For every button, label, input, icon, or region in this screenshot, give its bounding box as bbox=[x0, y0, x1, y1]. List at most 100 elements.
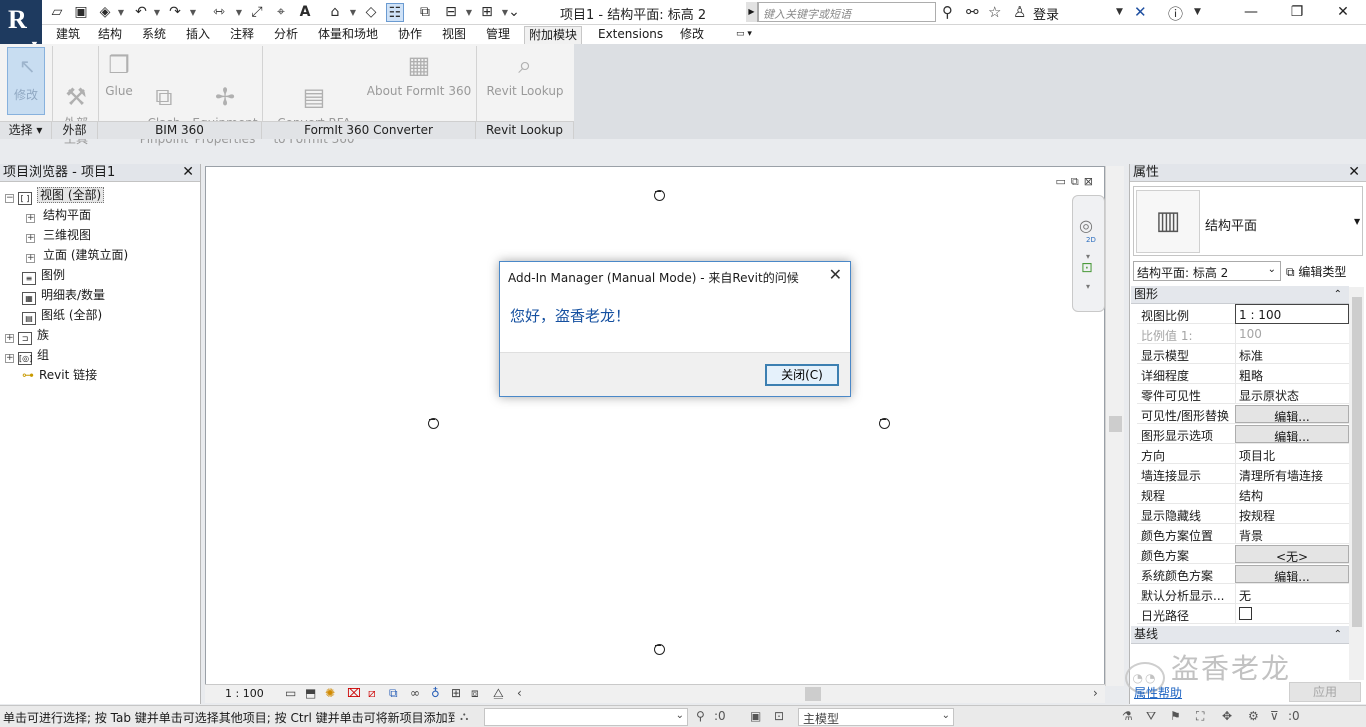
apply-button[interactable]: 应用 bbox=[1289, 682, 1361, 702]
minimize-icon[interactable]: ▭ bbox=[1056, 175, 1071, 188]
prop-value-input[interactable]: 1 : 100 bbox=[1235, 304, 1349, 324]
dropdown-icon[interactable]: ▼ bbox=[116, 3, 126, 22]
aligned-dimension-icon[interactable]: ⤢ bbox=[248, 3, 266, 22]
shadows-icon[interactable]: ⌧ bbox=[347, 686, 361, 700]
analytical-model-icon[interactable]: ⧋ bbox=[493, 686, 504, 701]
close-window-button[interactable]: ✕ bbox=[1320, 0, 1366, 25]
design-options-icon[interactable]: ⊡ bbox=[774, 709, 784, 723]
navigation-bar[interactable]: ◎ 2D ▾ ⊡ ▾ bbox=[1072, 195, 1105, 312]
close-icon[interactable]: ✕ bbox=[829, 265, 842, 284]
external-tools-button[interactable]: ⚒外部 工具 bbox=[56, 48, 96, 163]
steering-wheel-icon[interactable]: ◎ bbox=[1079, 216, 1093, 235]
select-by-face-icon[interactable]: ⛶ bbox=[1196, 709, 1204, 724]
expand-icon[interactable]: + bbox=[5, 354, 14, 363]
help-icon[interactable]: ⓘ bbox=[1168, 3, 1183, 24]
prop-value[interactable]: 粗略 bbox=[1235, 364, 1349, 384]
tree-item-sheets[interactable]: ▤ 图纸 (全部) bbox=[22, 305, 102, 325]
save-icon[interactable]: ▣ bbox=[72, 3, 90, 22]
tree-item-groups[interactable]: + [◎] 组 bbox=[5, 345, 49, 365]
text-icon[interactable]: A bbox=[296, 3, 314, 22]
sun-path-checkbox[interactable] bbox=[1239, 607, 1252, 620]
tab-view[interactable]: 视图 bbox=[438, 26, 470, 44]
reveal-hidden-icon[interactable]: ♁ bbox=[431, 686, 440, 700]
expand-icon[interactable]: + bbox=[26, 234, 35, 243]
horizontal-scrollbar-thumb[interactable] bbox=[805, 687, 821, 701]
edit-button[interactable]: 编辑... bbox=[1235, 565, 1349, 583]
view-scale[interactable]: 1 : 100 bbox=[225, 687, 264, 700]
tab-modify[interactable]: 修改 bbox=[676, 26, 708, 44]
restore-icon[interactable]: ⧉ bbox=[1071, 175, 1084, 188]
binoculars-icon[interactable]: ⚲ bbox=[942, 3, 953, 21]
restore-button[interactable]: ❐ bbox=[1274, 0, 1320, 25]
dropdown-icon[interactable]: ▼ bbox=[188, 3, 198, 22]
tab-add-ins[interactable]: 附加模块 bbox=[524, 26, 583, 44]
collapse-chevron-icon[interactable]: ⌃ bbox=[1334, 286, 1342, 303]
open-icon[interactable]: ▱ bbox=[48, 3, 66, 22]
drawing-canvas[interactable]: ▭⧉⊠ bbox=[205, 166, 1105, 686]
expand-icon[interactable]: + bbox=[26, 254, 35, 263]
filter-icon[interactable]: ⊽ bbox=[1270, 709, 1279, 723]
edit-button[interactable]: 编辑... bbox=[1235, 425, 1349, 443]
communication-icon[interactable]: ⚯ bbox=[966, 3, 979, 21]
collapse-chevron-icon[interactable]: ⌃ bbox=[1334, 626, 1342, 643]
exchange-apps-icon[interactable]: ✕ bbox=[1134, 3, 1147, 21]
tab-analyze[interactable]: 分析 bbox=[270, 26, 302, 44]
dropdown-icon[interactable]: ▼ bbox=[1354, 217, 1360, 226]
edit-type-button[interactable]: ⧉ 编辑类型 bbox=[1286, 261, 1346, 280]
expand-icon[interactable]: + bbox=[5, 334, 14, 343]
crop-view-icon[interactable]: ⧄ bbox=[368, 686, 376, 701]
convert-rfa-button[interactable]: ▤Convert RFA to FormIt 360 bbox=[270, 48, 358, 163]
dropdown-icon[interactable]: ▼ bbox=[234, 3, 244, 22]
thin-lines-icon[interactable]: ☷ bbox=[386, 3, 404, 22]
tab-structure[interactable]: 结构 bbox=[94, 26, 126, 44]
dropdown-icon[interactable]: ▾ bbox=[1086, 282, 1090, 291]
sun-path-icon[interactable]: ✺ bbox=[325, 686, 335, 700]
close-icon[interactable]: ⊠ bbox=[1084, 175, 1098, 188]
design-option-select[interactable]: 主模型 ⌄ bbox=[798, 708, 954, 726]
prop-value[interactable]: 标准 bbox=[1235, 344, 1349, 364]
edit-button[interactable]: 编辑... bbox=[1235, 405, 1349, 423]
close-icon[interactable]: ✕ bbox=[182, 164, 194, 181]
tree-item-revit-links[interactable]: ⊶ Revit 链接 bbox=[22, 365, 97, 385]
select-pinned-icon[interactable]: ⚑ bbox=[1170, 709, 1181, 723]
properties-scrollbar[interactable] bbox=[1349, 287, 1364, 680]
switch-windows-icon[interactable]: ⊟ bbox=[442, 3, 460, 22]
workset-select[interactable]: ⌄ bbox=[484, 708, 688, 726]
elevation-marker-south[interactable] bbox=[654, 644, 665, 655]
search-input[interactable]: 键入关键字或短语 bbox=[758, 2, 936, 22]
instance-filter-select[interactable]: 结构平面: 标高 2 ⌄ bbox=[1133, 261, 1281, 281]
properties-help-link[interactable]: 属性帮助 bbox=[1134, 684, 1182, 701]
prop-value[interactable]: 按规程 bbox=[1235, 504, 1349, 524]
3d-view-icon[interactable]: ⌂ bbox=[326, 3, 344, 22]
editable-only-icon[interactable]: ▣ bbox=[750, 709, 761, 723]
customize-toolbar-icon[interactable]: ⌄ bbox=[505, 3, 523, 22]
tree-item-views[interactable]: −[ ] 视图 (全部) bbox=[5, 185, 105, 205]
tag-icon[interactable]: ⌖ bbox=[272, 3, 290, 22]
login-link[interactable]: 登录 bbox=[1033, 4, 1059, 23]
show-crop-icon[interactable]: ⧉ bbox=[389, 686, 398, 701]
tab-manage[interactable]: 管理 bbox=[482, 26, 514, 44]
dialog-close-button[interactable]: 关闭(C) bbox=[765, 364, 839, 386]
collapse-icon[interactable]: − bbox=[5, 194, 14, 203]
search-expand-icon[interactable]: ▶ bbox=[746, 2, 758, 22]
select-links-icon[interactable]: ⚗ bbox=[1122, 709, 1133, 723]
elevation-marker-east[interactable] bbox=[879, 418, 890, 429]
select-panel-label[interactable]: 选择 ▾ bbox=[0, 121, 52, 139]
scrollbar-thumb[interactable] bbox=[1352, 297, 1362, 627]
scrollbar-thumb[interactable] bbox=[1109, 416, 1122, 432]
modify-button[interactable]: ↖ 修改 bbox=[7, 47, 45, 115]
minimize-button[interactable]: — bbox=[1228, 0, 1274, 25]
about-formit-button[interactable]: ▦ About FormIt 360 bbox=[364, 48, 474, 99]
undo-icon[interactable]: ↶ bbox=[132, 3, 150, 22]
vertical-scrollbar[interactable] bbox=[1105, 166, 1124, 686]
color-scheme-button[interactable]: <无> bbox=[1235, 545, 1349, 563]
tree-item-legends[interactable]: ≡ 图例 bbox=[22, 265, 65, 285]
worksharing-icon[interactable]: ⧈ bbox=[471, 686, 479, 701]
dropdown-icon[interactable]: ▼ bbox=[152, 3, 162, 22]
ribbon-minimize-icon[interactable]: ▭ ▾ bbox=[732, 26, 756, 44]
revit-lookup-button[interactable]: ⌕ Revit Lookup bbox=[482, 48, 568, 99]
close-hidden-windows-icon[interactable]: ⧉ bbox=[416, 3, 434, 22]
temporary-hide-icon[interactable]: ∞ bbox=[410, 686, 420, 700]
prop-value[interactable]: 显示原状态 bbox=[1235, 384, 1349, 404]
dropdown-icon[interactable]: ▼ bbox=[464, 3, 474, 22]
